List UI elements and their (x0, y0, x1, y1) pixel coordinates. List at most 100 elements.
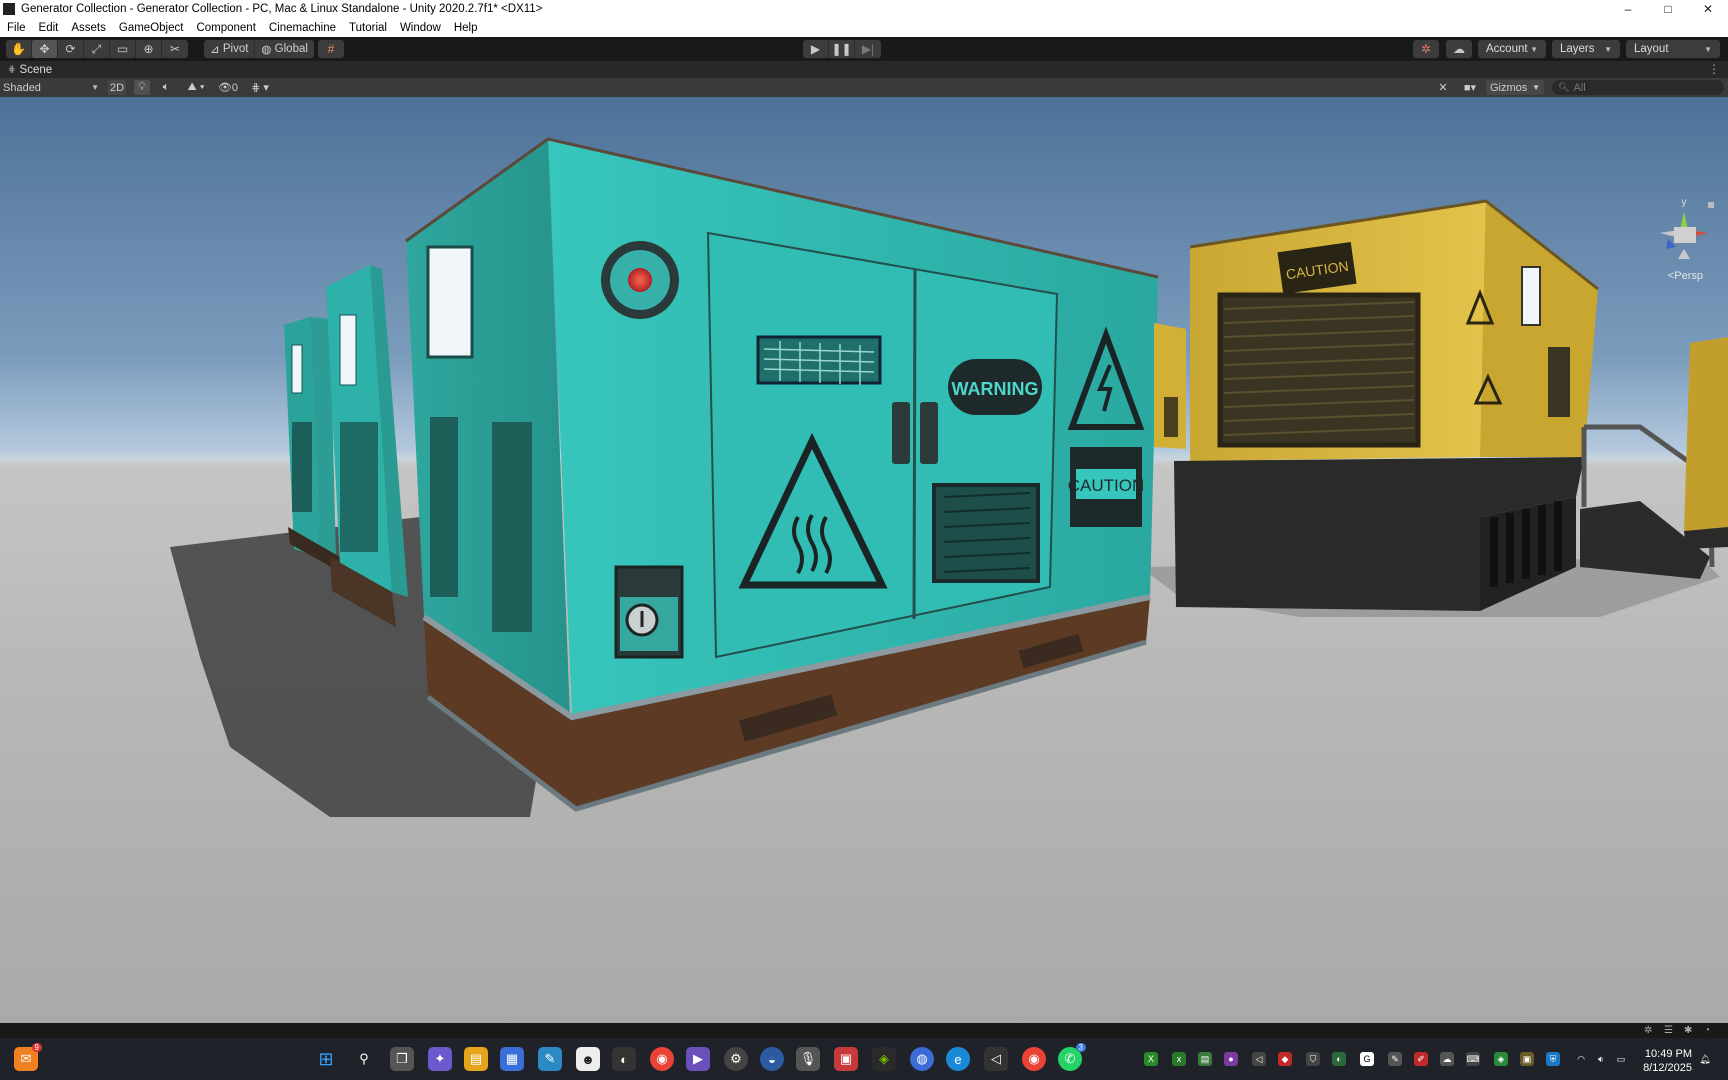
rotate-tool-icon[interactable]: ⟳ (58, 40, 84, 58)
unity-taskbar-icon[interactable]: ◁ (984, 1047, 1008, 1071)
whatsapp-icon[interactable]: ✆ 3 (1058, 1043, 1086, 1071)
notifications-icon[interactable]: ✉ 9 (14, 1043, 42, 1071)
collab-icon[interactable]: ✲ (1413, 40, 1439, 58)
cloud-icon[interactable]: ☁ (1446, 40, 1472, 58)
global-toggle[interactable]: ◍ Global (255, 40, 314, 58)
edge-icon[interactable]: e (946, 1047, 970, 1071)
search-icon[interactable]: ⚲ (352, 1047, 376, 1071)
nvidia-icon[interactable]: ◈ (872, 1047, 896, 1071)
scene-viewport[interactable]: WARNING CAUTION CAUTION y <Persp (0, 97, 1728, 1023)
visual-studio-icon[interactable]: ◁ (1252, 1052, 1266, 1066)
tray-app-icon[interactable]: ▤ (1198, 1052, 1212, 1066)
shading-mode-dropdown[interactable]: Shaded ▼ (3, 80, 99, 95)
tab-scene[interactable]: ⋕ Scene (0, 64, 52, 76)
camera-dropdown[interactable]: ■▾ (1458, 80, 1482, 95)
excel-icon[interactable]: x (1172, 1052, 1186, 1066)
menu-file[interactable]: File (0, 22, 32, 34)
browser-icon[interactable]: ◒ (760, 1047, 784, 1071)
tray-red-icon[interactable]: ◆ (1278, 1052, 1292, 1066)
alien-app-icon[interactable]: ☻ (576, 1047, 600, 1071)
pivot-toggle[interactable]: ⊿ Pivot (204, 40, 256, 58)
eye-slash-icon: 👁︎ (217, 82, 232, 94)
gizmo-lock-icon[interactable] (1708, 202, 1714, 208)
xbox-icon[interactable]: X (1144, 1052, 1158, 1066)
yellow-generator-small (1154, 323, 1186, 449)
grid-dropdown[interactable]: ⋕ ▾ (245, 80, 275, 95)
tray-maps-icon[interactable]: ◈ (1494, 1052, 1508, 1066)
steam-icon[interactable]: ⚙ (724, 1047, 748, 1071)
lighting-toggle[interactable]: 💡︎ (134, 80, 150, 95)
tray-meet-icon[interactable]: ● (1224, 1052, 1238, 1066)
tray-stylus-icon[interactable]: ✐ (1414, 1052, 1428, 1066)
rect-tool-icon[interactable]: ▭ (110, 40, 136, 58)
scene-search-input[interactable]: 🔍︎ All (1552, 80, 1724, 95)
scale-tool-icon[interactable]: ⤢ (84, 40, 110, 58)
wifi-icon[interactable]: ◠ (1574, 1052, 1588, 1066)
chrome-icon[interactable]: ◉ (650, 1047, 674, 1071)
tools-icon[interactable]: ✕ (1436, 80, 1450, 95)
cache-server-icon[interactable]: ☰ (1664, 1025, 1676, 1036)
auto-generate-lighting-icon[interactable]: ✲ (1644, 1025, 1656, 1036)
tray-shield-icon[interactable]: ⛉ (1306, 1052, 1320, 1066)
video-editor-icon[interactable]: ▶ (686, 1047, 710, 1071)
tray-defender-icon[interactable]: ⛨ (1546, 1052, 1560, 1066)
debug-mode-icon[interactable]: ✱ (1684, 1025, 1696, 1036)
gizmos-dropdown[interactable]: Gizmos ▼ (1486, 80, 1544, 95)
custom-tool-icon[interactable]: ✂ (162, 40, 188, 58)
pause-icon[interactable]: ❚❚ (829, 40, 855, 58)
notification-center-icon[interactable]: 🔔︎ (1698, 1052, 1712, 1066)
menu-assets[interactable]: Assets (64, 22, 112, 34)
volume-icon[interactable]: 🔉︎ (1594, 1052, 1608, 1066)
hand-tool-icon[interactable]: ✋ (6, 40, 32, 58)
menu-help[interactable]: Help (447, 22, 484, 34)
menu-edit[interactable]: Edit (32, 22, 65, 34)
kebab-menu-icon[interactable]: ⋮ (1708, 62, 1720, 76)
menu-gameobject[interactable]: GameObject (112, 22, 190, 34)
layout-dropdown[interactable]: Layout ▼ (1626, 40, 1720, 58)
tray-box-icon[interactable]: ▣ (1520, 1052, 1534, 1066)
gizmos-label: Gizmos (1490, 81, 1528, 94)
perspective-label[interactable]: <Persp (1668, 270, 1703, 282)
audio-toggle[interactable]: 🔈︎ (158, 80, 174, 95)
2d-toggle[interactable]: 2D (108, 80, 126, 95)
system-clock[interactable]: 10:49 PM 8/12/2025 (1643, 1047, 1692, 1075)
transform-tool-icon[interactable]: ⊕ (136, 40, 162, 58)
tray-cloud-icon[interactable]: ☁ (1440, 1052, 1454, 1066)
chrome-profile-icon[interactable]: ◉ (1022, 1047, 1046, 1071)
minimize-button[interactable]: – (1608, 0, 1648, 18)
paint-icon[interactable]: ✎ (538, 1047, 562, 1071)
task-view-icon[interactable]: ❐ (390, 1047, 414, 1071)
play-icon[interactable]: ▶ (803, 40, 829, 58)
calendar-icon[interactable]: ▣ (834, 1047, 858, 1071)
store-icon[interactable]: ▦ (500, 1047, 524, 1071)
tray-green-icon[interactable]: ◐ (1332, 1052, 1346, 1066)
progress-icon[interactable]: ◔ (1704, 1025, 1716, 1036)
menu-cinemachine[interactable]: Cinemachine (262, 22, 342, 34)
tray-input-icon[interactable]: ⌨ (1466, 1052, 1480, 1066)
menu-component[interactable]: Component (189, 22, 261, 34)
move-tool-icon[interactable]: ✥ (32, 40, 58, 58)
step-icon[interactable]: ▶| (855, 40, 881, 58)
play-controls: ▶ ❚❚ ▶| (803, 40, 881, 58)
grid-snap-icon[interactable]: # (318, 40, 344, 58)
microphone-icon[interactable]: 🎙︎ (796, 1047, 820, 1071)
grammarly-icon[interactable]: G (1360, 1052, 1374, 1066)
effects-dropdown[interactable]: ⛰ ▾ (181, 80, 211, 95)
menu-window[interactable]: Window (393, 22, 447, 34)
layers-dropdown[interactable]: Layers ▼ (1552, 40, 1620, 58)
main-toolbar: ✋ ✥ ⟳ ⤢ ▭ ⊕ ✂ ⊿ Pivot ◍ Global # ▶ ❚❚ ▶|… (0, 37, 1728, 61)
file-explorer-icon[interactable]: ▤ (464, 1047, 488, 1071)
globe-app-icon[interactable]: ◍ (910, 1047, 934, 1071)
scene-gizmo[interactable]: y (1660, 197, 1714, 259)
menu-tutorial[interactable]: Tutorial (342, 22, 393, 34)
tray-pen-icon[interactable]: ✎ (1388, 1052, 1402, 1066)
windows-start-icon[interactable]: ⊞ (314, 1047, 338, 1071)
chevron-down-icon: ▼ (1532, 83, 1540, 92)
copilot-icon[interactable]: ✦ (428, 1047, 452, 1071)
close-button[interactable]: ✕ (1688, 0, 1728, 18)
battery-icon[interactable]: ▭ (1614, 1052, 1628, 1066)
dark-app-icon[interactable]: ◐ (612, 1047, 636, 1071)
account-dropdown[interactable]: Account ▼ (1478, 40, 1546, 58)
maximize-button[interactable]: □ (1648, 0, 1688, 18)
hidden-objects-toggle[interactable]: 👁︎ 0 (216, 80, 240, 95)
